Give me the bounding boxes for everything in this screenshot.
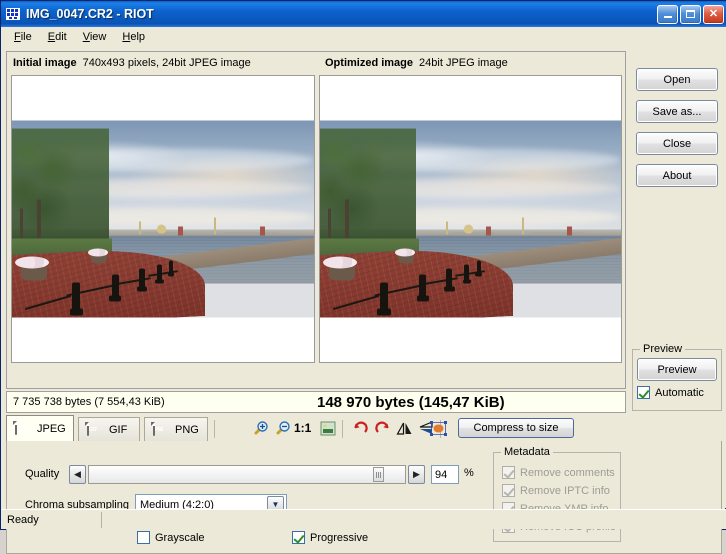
window-title: IMG_0047.CR2 - RIOT — [26, 7, 154, 21]
menu-help[interactable]: Help — [114, 29, 153, 45]
optimized-image-viewport[interactable] — [319, 75, 622, 363]
progressive-checkbox-box — [292, 531, 305, 544]
minimize-button[interactable] — [657, 4, 678, 24]
jpeg-file-icon: JPG — [15, 420, 31, 436]
initial-file-size: 7 735 738 bytes (7 554,43 KiB) — [13, 396, 165, 408]
resize-icon[interactable] — [428, 419, 448, 438]
quality-slider[interactable]: ◀ ▶ — [69, 465, 425, 484]
quality-slider-thumb[interactable] — [373, 467, 385, 482]
quality-slider-increase[interactable]: ▶ — [408, 465, 425, 484]
riot-app-icon — [5, 6, 21, 22]
initial-photo — [12, 120, 314, 318]
initial-image-viewport[interactable] — [11, 75, 315, 363]
flip-horizontal-icon[interactable] — [394, 419, 414, 438]
status-secondary — [102, 512, 107, 528]
close-button[interactable]: ✕ — [703, 4, 724, 24]
menu-file[interactable]: File — [6, 29, 40, 45]
menu-help-label: elp — [130, 31, 146, 43]
grayscale-checkbox[interactable]: Grayscale — [137, 531, 205, 544]
toolbar-separator-2 — [342, 420, 343, 438]
optimized-photo — [320, 120, 621, 318]
quality-slider-track[interactable] — [88, 465, 406, 484]
remove-comments-checkbox-box — [502, 466, 515, 479]
remove-comments-label: Remove comments — [520, 466, 615, 479]
window-controls: ✕ — [657, 4, 724, 24]
zoom-ratio-label[interactable]: 1:1 — [294, 421, 311, 435]
status-bar: Ready — [2, 509, 726, 529]
fit-to-window-icon[interactable] — [318, 419, 338, 438]
automatic-checkbox-box — [637, 386, 650, 399]
initial-image-title: Initial image — [13, 57, 77, 69]
quality-label: Quality — [25, 468, 60, 480]
quality-slider-decrease[interactable]: ◀ — [69, 465, 86, 484]
remove-iptc-checkbox-box — [502, 484, 515, 497]
close-button-action[interactable]: Close — [636, 132, 718, 155]
menu-edit-label: dit — [55, 31, 67, 43]
menu-view[interactable]: View — [75, 29, 115, 45]
tab-png[interactable]: PNG PNG — [144, 417, 208, 441]
format-tabs-and-toolbar: JPG JPEG GIF GIF PNG PNG 1:1 Compress to… — [6, 415, 722, 441]
tab-jpeg-label: JPEG — [37, 422, 66, 435]
open-button[interactable]: Open — [636, 68, 718, 91]
quality-percent-label: % — [464, 467, 474, 479]
tab-gif[interactable]: GIF GIF — [78, 417, 140, 441]
optimized-file-size: 148 970 bytes (145,47 KiB) — [317, 393, 505, 411]
image-compare-panels: Initial image 740x493 pixels, 24bit JPEG… — [6, 51, 626, 389]
initial-image-header: Initial image 740x493 pixels, 24bit JPEG… — [13, 53, 251, 73]
toolbar-separator-1 — [214, 420, 215, 438]
tab-gif-label: GIF — [109, 423, 128, 436]
menu-bar: File Edit View Help — [2, 27, 726, 47]
automatic-checkbox[interactable]: Automatic — [637, 386, 717, 399]
maximize-button[interactable] — [680, 4, 701, 24]
zoom-in-icon[interactable] — [250, 419, 270, 438]
progressive-checkbox-label: Progressive — [310, 531, 369, 544]
quality-input[interactable]: 94 — [431, 465, 459, 484]
compress-to-size-button[interactable]: Compress to size — [458, 418, 574, 438]
riot-main-window: IMG_0047.CR2 - RIOT ✕ File Edit View Hel… — [0, 0, 726, 554]
metadata-group-title: Metadata — [501, 446, 553, 458]
zoom-out-icon[interactable] — [272, 419, 292, 438]
preview-button[interactable]: Preview — [637, 358, 717, 381]
preview-group-title: Preview — [640, 343, 686, 355]
remove-iptc-label: Remove IPTC info — [520, 484, 610, 497]
status-message: Ready — [2, 511, 102, 528]
jpeg-options-panel: Quality ◀ ▶ 94 % Chroma subsampling Medi… — [6, 441, 722, 554]
tab-png-label: PNG — [175, 423, 199, 436]
png-file-icon: PNG — [153, 421, 169, 437]
grayscale-checkbox-label: Grayscale — [155, 531, 205, 544]
gif-file-icon: GIF — [87, 421, 103, 437]
rotate-right-icon[interactable] — [372, 419, 392, 438]
automatic-checkbox-label: Automatic — [655, 386, 704, 399]
title-bar: IMG_0047.CR2 - RIOT ✕ — [1, 1, 726, 27]
preview-group: Preview Preview Automatic — [632, 343, 722, 411]
menu-edit[interactable]: Edit — [40, 29, 75, 45]
grayscale-checkbox-box — [137, 531, 150, 544]
optimized-image-header: Optimized image 24bit JPEG image — [325, 53, 508, 73]
menu-file-label: ile — [20, 31, 32, 43]
progressive-checkbox[interactable]: Progressive — [292, 531, 368, 544]
remove-iptc-checkbox: Remove IPTC info — [502, 484, 616, 497]
remove-comments-checkbox: Remove comments — [502, 466, 616, 479]
optimized-image-info: 24bit JPEG image — [419, 57, 508, 69]
menu-view-label: iew — [89, 31, 107, 43]
client-area: Initial image 740x493 pixels, 24bit JPEG… — [2, 47, 726, 554]
about-button[interactable]: About — [636, 164, 718, 187]
save-as-button[interactable]: Save as... — [636, 100, 718, 123]
rotate-left-icon[interactable] — [350, 419, 370, 438]
file-size-bar: 7 735 738 bytes (7 554,43 KiB) 148 970 b… — [6, 391, 626, 413]
initial-image-info: 740x493 pixels, 24bit JPEG image — [82, 57, 251, 69]
optimized-image-title: Optimized image — [325, 57, 414, 69]
tab-jpeg[interactable]: JPG JPEG — [6, 415, 74, 441]
